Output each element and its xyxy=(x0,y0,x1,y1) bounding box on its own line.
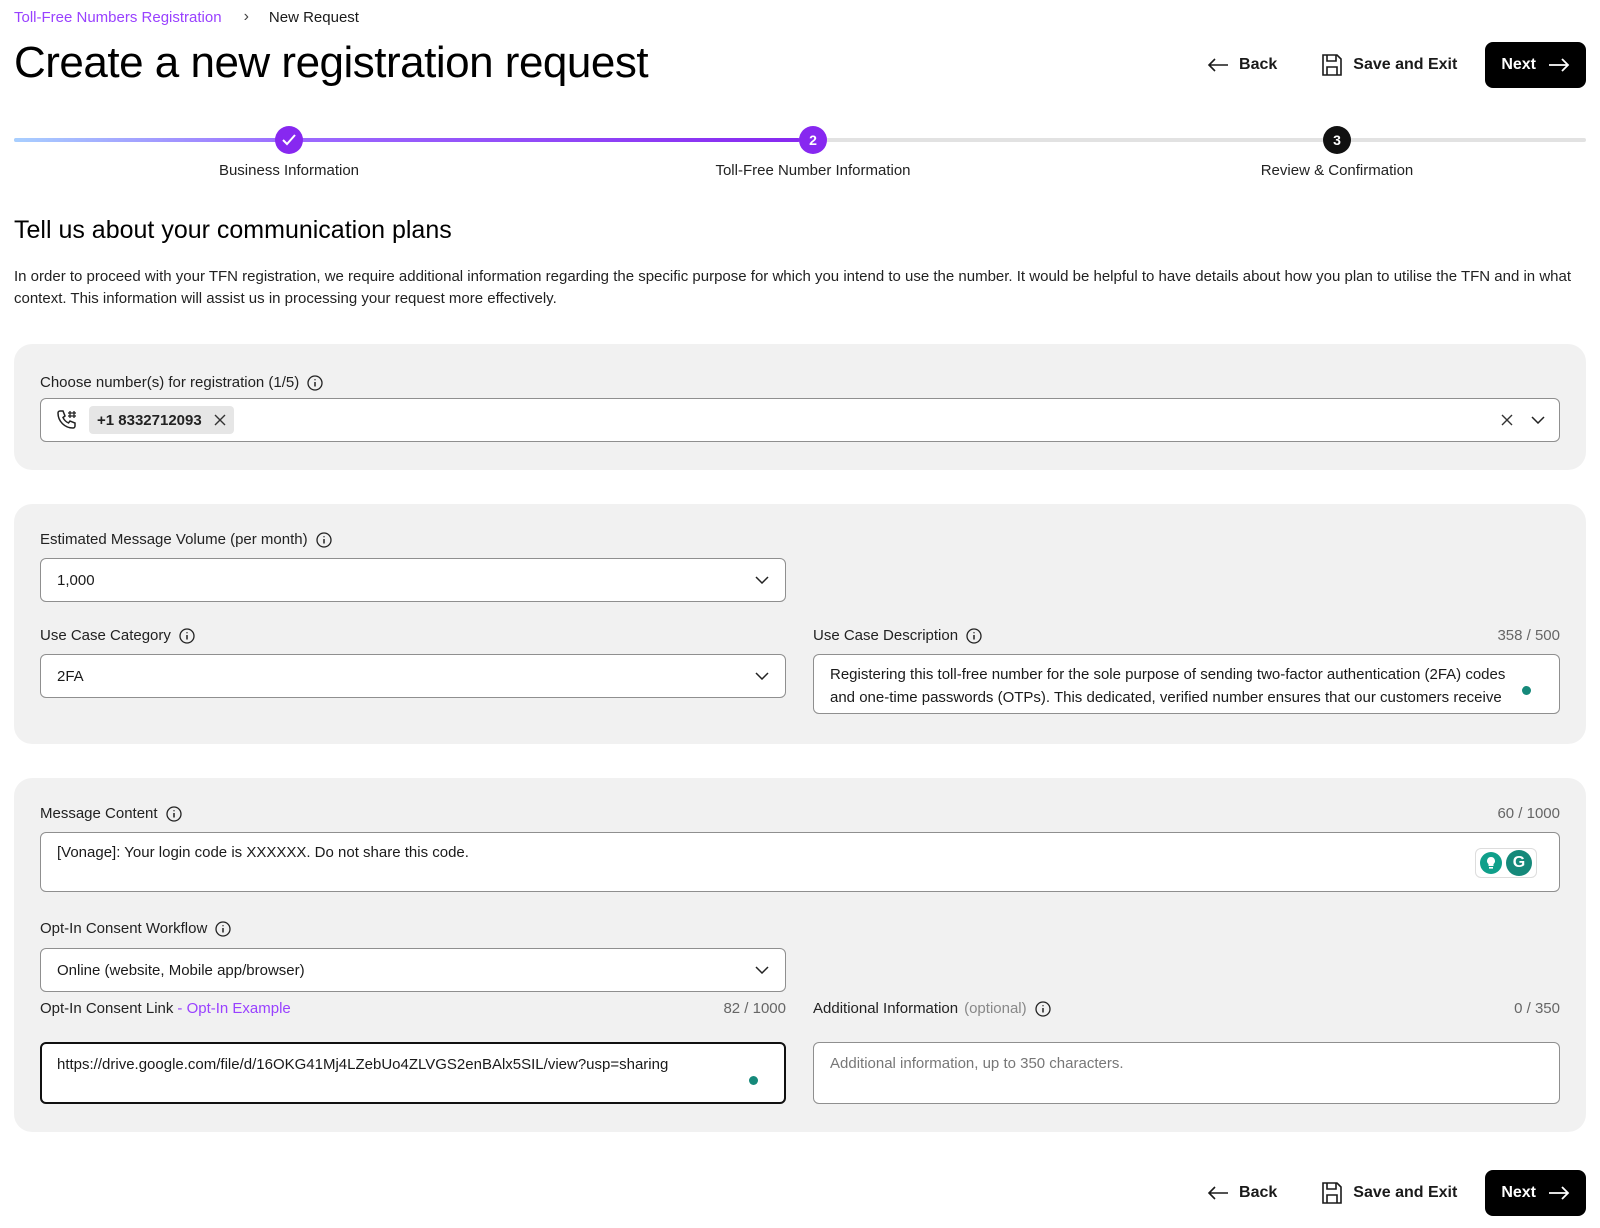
breadcrumb: Toll-Free Numbers Registration › New Req… xyxy=(14,8,359,26)
usage-card: Estimated Message Volume (per month) 1,0… xyxy=(14,504,1586,744)
arrow-left-icon xyxy=(1207,58,1229,72)
chevron-down-icon xyxy=(755,966,769,974)
grammarly-widget[interactable]: G xyxy=(1475,848,1537,878)
optin-example-link[interactable]: - Opt-In Example xyxy=(177,1000,290,1017)
info-icon[interactable] xyxy=(165,805,182,822)
volume-value: 1,000 xyxy=(57,571,95,589)
remove-chip-icon[interactable] xyxy=(214,414,226,426)
volume-label-text: Estimated Message Volume (per month) xyxy=(40,531,308,548)
optin-link-value: https://drive.google.com/file/d/16OKG41M… xyxy=(57,1056,669,1073)
use-case-description-counter: 358 / 500 xyxy=(1497,627,1560,644)
message-card: Message Content 60 / 1000 [Vonage]: Your… xyxy=(14,778,1586,1132)
optin-workflow-value: Online (website, Mobile app/browser) xyxy=(57,961,305,979)
additional-info-placeholder: Additional information, up to 350 charac… xyxy=(830,1055,1124,1072)
checkmark-icon xyxy=(282,134,296,146)
message-content-label-text: Message Content xyxy=(40,805,158,822)
intro-text: In order to proceed with your TFN regist… xyxy=(14,268,1572,307)
back-button[interactable]: Back xyxy=(1197,43,1287,87)
grammarly-status-dot xyxy=(1522,686,1531,695)
optional-tag: (optional) xyxy=(964,1000,1027,1017)
info-icon[interactable] xyxy=(215,920,231,937)
additional-info-label-text: Additional Information xyxy=(813,1000,959,1017)
numbers-multiselect[interactable]: +1 8332712093 xyxy=(40,398,1560,442)
number-chip: +1 8332712093 xyxy=(89,406,234,434)
step-2-label: Toll-Free Number Information xyxy=(715,162,911,179)
optin-link-label: Opt-In Consent Link - Opt-In Example xyxy=(40,1000,291,1017)
message-content-label: Message Content xyxy=(40,805,182,822)
back-button-label: Back xyxy=(1239,56,1278,73)
use-case-category-select[interactable]: 2FA xyxy=(40,654,786,698)
volume-select[interactable]: 1,000 xyxy=(40,558,786,602)
step-2-marker: 2 xyxy=(799,126,827,154)
optin-link-label-text: Opt-In Consent Link xyxy=(40,1000,174,1017)
save-icon xyxy=(1322,54,1343,76)
numbers-label: Choose number(s) for registration (1/5) xyxy=(40,374,323,391)
use-case-category-label-text: Use Case Category xyxy=(40,627,171,644)
info-icon[interactable] xyxy=(315,531,332,548)
numbers-label-text: Choose number(s) for registration (1/5) xyxy=(40,374,300,391)
chevron-down-icon[interactable] xyxy=(1531,416,1545,424)
breadcrumb-link-registration[interactable]: Toll-Free Numbers Registration xyxy=(14,9,222,26)
optin-link-input[interactable]: https://drive.google.com/file/d/16OKG41M… xyxy=(40,1042,786,1104)
stepper-track-progress xyxy=(14,138,800,142)
breadcrumb-separator: › xyxy=(243,8,249,25)
use-case-description-value: Registering this toll-free number for th… xyxy=(830,666,1506,713)
info-icon[interactable] xyxy=(966,627,982,644)
phone-hash-icon xyxy=(57,410,76,429)
arrow-right-icon xyxy=(1549,1186,1570,1200)
additional-info-label: Additional Information (optional) xyxy=(813,1000,1051,1017)
page-title: Create a new registration request xyxy=(14,38,649,87)
additional-info-counter: 0 / 350 xyxy=(1514,1000,1560,1017)
progress-stepper: 2 3 Business Information Toll-Free Numbe… xyxy=(14,126,1586,186)
next-button[interactable]: Next xyxy=(1485,1170,1586,1216)
step-3-label: Review & Confirmation xyxy=(1260,162,1414,179)
use-case-description-label-text: Use Case Description xyxy=(813,627,959,644)
step-1-label: Business Information xyxy=(218,162,360,179)
back-button-label: Back xyxy=(1239,1184,1278,1201)
lightbulb-icon xyxy=(1480,852,1502,874)
message-content-value: [Vonage]: Your login code is XXXXXX. Do … xyxy=(57,844,469,861)
section-title: Tell us about your communication plans xyxy=(14,216,452,244)
message-content-textarea[interactable]: [Vonage]: Your login code is XXXXXX. Do … xyxy=(40,832,1560,892)
next-button-label: Next xyxy=(1501,56,1536,73)
grammarly-status-dot xyxy=(749,1076,758,1085)
step-1-complete-marker xyxy=(275,126,303,154)
optin-workflow-label: Opt-In Consent Workflow xyxy=(40,920,231,937)
info-icon[interactable] xyxy=(179,627,195,644)
next-button-label: Next xyxy=(1501,1184,1536,1201)
save-and-exit-label: Save and Exit xyxy=(1353,1184,1458,1201)
clear-selection-icon[interactable] xyxy=(1501,414,1513,426)
use-case-description-textarea[interactable]: Registering this toll-free number for th… xyxy=(813,654,1560,714)
bottom-actions: Back Save and Exit Next xyxy=(1197,1170,1586,1216)
chevron-down-icon xyxy=(755,576,769,584)
save-icon xyxy=(1322,1182,1343,1204)
optin-workflow-label-text: Opt-In Consent Workflow xyxy=(40,920,208,937)
next-button[interactable]: Next xyxy=(1485,42,1586,88)
breadcrumb-current: New Request xyxy=(268,8,359,26)
message-content-counter: 60 / 1000 xyxy=(1497,805,1560,822)
grammarly-icon: G xyxy=(1506,850,1532,876)
top-actions: Back Save and Exit Next xyxy=(1197,42,1586,88)
additional-info-textarea[interactable]: Additional information, up to 350 charac… xyxy=(813,1042,1560,1104)
step-3-marker: 3 xyxy=(1323,126,1351,154)
arrow-right-icon xyxy=(1549,58,1570,72)
back-button[interactable]: Back xyxy=(1197,1171,1287,1215)
save-and-exit-label: Save and Exit xyxy=(1353,56,1458,73)
use-case-category-label: Use Case Category xyxy=(40,627,195,644)
info-icon[interactable] xyxy=(307,374,323,391)
info-icon[interactable] xyxy=(1034,1000,1051,1017)
arrow-left-icon xyxy=(1207,1186,1229,1200)
number-chip-label: +1 8332712093 xyxy=(97,411,202,429)
save-and-exit-button[interactable]: Save and Exit xyxy=(1311,1171,1467,1215)
chevron-down-icon xyxy=(755,672,769,680)
volume-label: Estimated Message Volume (per month) xyxy=(40,531,332,548)
optin-workflow-select[interactable]: Online (website, Mobile app/browser) xyxy=(40,948,786,992)
optin-link-counter: 82 / 1000 xyxy=(723,1000,786,1017)
use-case-description-label: Use Case Description xyxy=(813,627,982,644)
numbers-card: Choose number(s) for registration (1/5) … xyxy=(14,344,1586,470)
use-case-category-value: 2FA xyxy=(57,667,84,685)
save-and-exit-button[interactable]: Save and Exit xyxy=(1311,43,1467,87)
